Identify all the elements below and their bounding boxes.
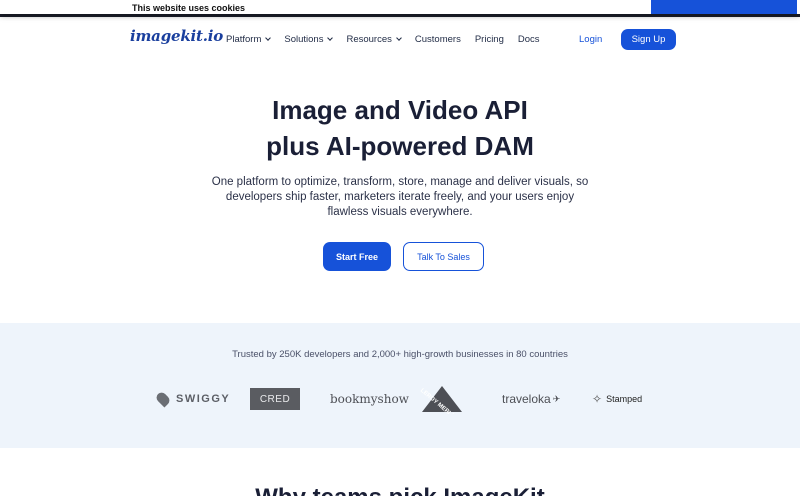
cred-logo-text: CRED (259, 393, 291, 405)
map-pin-icon (154, 390, 172, 408)
nav-item-label: Resources (346, 34, 392, 45)
bookmyshow-logo-text: bookmyshow (330, 392, 409, 406)
traveloka-logo-text: traveloka (502, 392, 551, 406)
hero-subtitle: One platform to optimize, transform, sto… (211, 176, 589, 218)
stamped-logo-text: Stamped (606, 394, 643, 404)
traveloka-logo: traveloka ✈ (502, 383, 560, 415)
nav-links: Platform Solutions Resources Customers P… (226, 34, 554, 45)
cookie-text: This website uses cookies (132, 3, 246, 13)
signup-button[interactable]: Sign Up (621, 29, 676, 50)
star-badge-icon: ✧ (592, 392, 603, 406)
customer-logos: SWIGGY CRED bookmyshow LEROY MERLIN trav… (0, 383, 800, 415)
nav-item-pricing[interactable]: Pricing (475, 34, 504, 45)
talk-to-sales-button[interactable]: Talk To Sales (403, 242, 484, 271)
swiggy-logo: SWIGGY (154, 383, 231, 415)
chevron-down-icon (265, 35, 272, 41)
nav-item-label: Pricing (474, 34, 504, 45)
swiggy-logo-text: SWIGGY (176, 393, 231, 405)
logo[interactable]: imagekit.io (130, 27, 223, 45)
leroy-merlin-logo: LEROY MERLIN (420, 383, 464, 415)
nav-item-label: Platform (226, 34, 262, 45)
trusted-by-section: Trusted by 250K developers and 2,000+ hi… (0, 323, 800, 448)
chevron-down-icon (396, 35, 402, 41)
chevron-down-icon (327, 35, 334, 41)
trusted-by-text: Trusted by 250K developers and 2,000+ hi… (232, 349, 568, 360)
cred-logo: CRED (250, 383, 300, 415)
nav-item-platform[interactable]: Platform (226, 34, 272, 45)
stamped-logo: ✧ Stamped (592, 383, 642, 415)
promo-strip (0, 14, 800, 17)
nav-item-customers[interactable]: Customers (415, 34, 461, 45)
section-heading: Why teams pick ImageKit (0, 484, 800, 496)
login-link[interactable]: Login (579, 34, 602, 45)
bookmyshow-logo: bookmyshow (330, 383, 409, 415)
hero-title-line-2: plus AI-powered DAM (266, 131, 534, 161)
nav-item-label: Solutions (284, 34, 324, 45)
bird-icon: ✈ (552, 393, 561, 404)
nav-item-label: Docs (517, 34, 540, 45)
nav-item-resources[interactable]: Resources (346, 34, 402, 45)
hero-title-line-1: Image and Video API (272, 95, 528, 125)
cookie-banner: This website uses cookies (0, 0, 800, 14)
start-free-button[interactable]: Start Free (323, 242, 391, 271)
cookie-accept-button[interactable] (651, 0, 797, 14)
top-nav: imagekit.io Platform Solutions Resources… (0, 17, 800, 62)
nav-item-docs[interactable]: Docs (518, 34, 540, 45)
hero-title: Image and Video API plus AI-powered DAM (0, 92, 800, 164)
nav-item-label: Customers (414, 34, 461, 45)
nav-item-solutions[interactable]: Solutions (284, 34, 334, 45)
